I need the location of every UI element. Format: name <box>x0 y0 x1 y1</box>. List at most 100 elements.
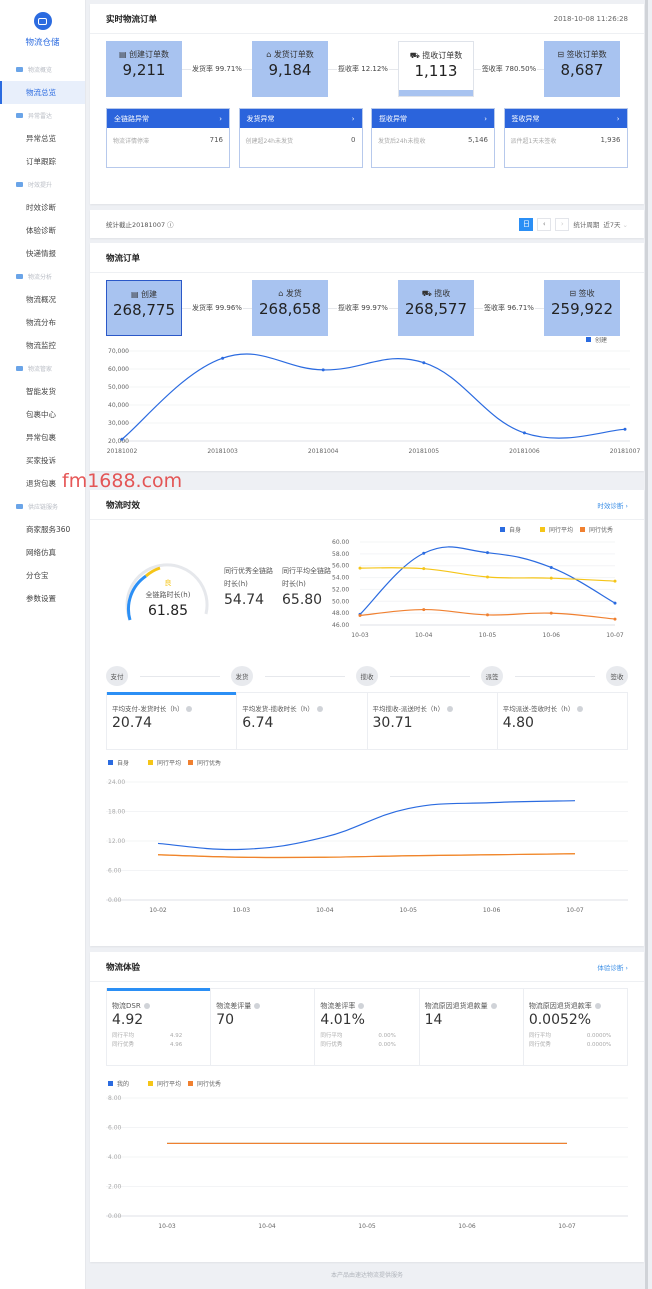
scrollbar[interactable] <box>645 0 648 1289</box>
x-tick-label: 20181002 <box>107 448 138 455</box>
app-logo[interactable]: 物流仓储 <box>0 0 85 58</box>
sidebar-item[interactable]: 物流监控 <box>0 334 85 357</box>
sidebar-item[interactable]: 包裹中心 <box>0 403 85 426</box>
experience-metric[interactable]: 物流差评率 4.01% 同行平均 0.00% 同行优秀 0.00% <box>315 989 420 1065</box>
collected-orders-box[interactable]: ⛟ 揽收订单数 1,113 <box>398 41 474 97</box>
info-icon[interactable] <box>186 706 193 712</box>
experience-metric[interactable]: 物流DSR 4.92 同行平均 4.92 同行优秀 4.96 <box>107 988 212 1065</box>
experience-metric[interactable]: 物流差评量 70 <box>211 989 316 1065</box>
order-icon: ▤ <box>118 50 130 59</box>
sidebar-item[interactable]: 快递情报 <box>0 242 85 265</box>
sidebar-item[interactable]: 物流总览 <box>0 81 85 104</box>
sidebar-item[interactable]: 智能发货 <box>0 380 85 403</box>
day-button[interactable]: 日 <box>519 217 534 231</box>
x-tick-label: 10-04 <box>258 1223 276 1230</box>
segment-tab[interactable]: 平均揽收-派送时长（h） 30.71 <box>368 693 498 749</box>
folder-icon <box>16 67 23 72</box>
y-tick-label: 46.00 <box>332 622 349 629</box>
exception-value: 716 <box>209 136 223 144</box>
chevron-down-icon: ⌄ <box>622 221 628 229</box>
period-select[interactable]: 近7天 ⌄ <box>603 219 628 229</box>
exception-card[interactable]: 全链路异常 › 物流详情停滞 716 <box>106 108 230 168</box>
create-box[interactable]: ▤ 创建 268,775 <box>106 280 182 336</box>
sidebar-item[interactable]: 商家服务360 <box>0 518 85 541</box>
signed-orders-box[interactable]: ⊟ 签收订单数 8,687 <box>544 41 620 97</box>
collect-box[interactable]: ⛟ 揽收 268,577 <box>398 280 474 336</box>
help-icon[interactable]: ⓘ <box>167 221 174 229</box>
info-icon[interactable] <box>446 706 453 712</box>
info-icon[interactable] <box>358 1003 365 1009</box>
exception-card[interactable]: 签收异常 › 派件超1天未签收 1,936 <box>503 108 628 168</box>
sidebar-item[interactable]: 买家投诉 <box>0 449 85 472</box>
chevron-right-icon[interactable]: › <box>484 115 487 123</box>
metric-value: 0.0052% <box>528 1012 592 1028</box>
gauge-value: 61.85 <box>147 603 189 619</box>
step-node: 发货 <box>231 666 253 686</box>
info-icon[interactable] <box>577 706 584 712</box>
info-icon[interactable] <box>254 1003 261 1009</box>
sign-box[interactable]: ⊟ 签收 259,922 <box>544 280 620 336</box>
x-tick-label: 10-03 <box>351 632 369 639</box>
box-label: 创建订单数 <box>129 50 170 59</box>
experience-diagnosis-link[interactable]: 体验诊断 › <box>597 962 628 972</box>
x-tick-label: 10-03 <box>233 907 251 914</box>
created-orders-box[interactable]: ▤ 创建订单数 9,211 <box>106 41 182 97</box>
prev-button[interactable]: ‹ <box>537 217 552 231</box>
sidebar-item[interactable]: 物流分布 <box>0 311 85 334</box>
exception-card[interactable]: 揽收异常 › 发货后24h未揽收 5,146 <box>371 108 495 168</box>
legend-swatch <box>148 760 153 765</box>
y-tick-label: 54.00 <box>332 575 349 582</box>
segment-tab[interactable]: 平均支付-发货时长（h） 20.74 <box>107 692 238 749</box>
experience-metric[interactable]: 物流原因退货退款量 14 <box>420 989 524 1065</box>
sidebar-group: 物流管家 <box>0 357 85 380</box>
sidebar-item[interactable]: 异常总览 <box>0 127 85 150</box>
step-connector <box>390 676 470 677</box>
ship-box[interactable]: ⌂ 发货 268,658 <box>252 280 328 336</box>
data-point <box>549 611 553 615</box>
next-button[interactable]: › <box>555 217 570 231</box>
duration-line-chart: 46.00 48.00 50.00 52.00 54.00 56.00 58.00 60.00… <box>332 526 624 639</box>
timeliness-diagnosis-link[interactable]: 时效诊断 › <box>597 500 628 510</box>
sidebar-item[interactable]: 网络仿真 <box>0 541 85 564</box>
data-point <box>422 361 426 365</box>
segment-tab[interactable]: 平均发货-揽收时长（h） 6.74 <box>237 693 368 749</box>
legend-swatch <box>586 337 591 342</box>
x-tick-label: 10-03 <box>158 1223 176 1230</box>
data-point <box>623 427 627 431</box>
logistics-orders-card: 物流订单 ▤ 创建 268,775 发货率 99.96% ⌂ 发货 268,658 … <box>90 243 644 471</box>
info-icon[interactable] <box>143 1003 150 1009</box>
box-value: 9,184 <box>268 61 312 79</box>
truck-icon <box>33 12 52 30</box>
sidebar-item[interactable]: 时效诊断 <box>0 196 85 219</box>
sidebar-item[interactable]: 分仓宝 <box>0 564 85 587</box>
y-tick-label: 4.00 <box>108 1154 122 1161</box>
chevron-right-icon[interactable]: › <box>617 115 620 123</box>
chevron-right-icon[interactable]: › <box>352 115 355 123</box>
legend-label: 自身 <box>117 760 129 767</box>
legend-label: 创建 <box>595 337 607 344</box>
x-tick-label: 10-04 <box>415 632 433 639</box>
experience-metric[interactable]: 物流原因退货退款率 0.0052% 同行平均 0.0000% 同行优秀 0.0000% <box>524 989 627 1065</box>
group-label: 物流分析 <box>28 274 53 281</box>
sidebar-item[interactable]: 物流概况 <box>0 288 85 311</box>
info-icon[interactable] <box>490 1003 497 1009</box>
sidebar-item[interactable]: 异常包裹 <box>0 426 85 449</box>
info-icon[interactable] <box>594 1003 601 1009</box>
sidebar-item[interactable]: 体验诊断 <box>0 219 85 242</box>
sidebar-item[interactable]: 参数设置 <box>0 587 85 610</box>
chevron-right-icon[interactable]: › <box>219 115 222 123</box>
info-icon[interactable] <box>316 706 323 712</box>
metric-value: 14 <box>424 1012 443 1028</box>
x-tick-label: 20181003 <box>207 448 238 455</box>
step-node: 派签 <box>481 666 503 686</box>
segment-tab[interactable]: 平均派送-签收时长（h） 4.80 <box>498 693 627 749</box>
x-tick-label: 10-07 <box>606 632 624 639</box>
data-point <box>358 566 362 570</box>
kpi-avg: 同行平均全链路 时长(h) 65.80 <box>282 567 331 608</box>
folder-icon <box>16 504 23 509</box>
shipped-orders-box[interactable]: ⌂ 发货订单数 9,184 <box>252 41 328 97</box>
sidebar-item[interactable]: 订单跟踪 <box>0 150 85 173</box>
exception-card[interactable]: 发货异常 › 创建超24h未发货 0 <box>238 108 363 168</box>
watermark: fm1688.com <box>62 470 183 492</box>
series-line-2 <box>157 853 576 859</box>
